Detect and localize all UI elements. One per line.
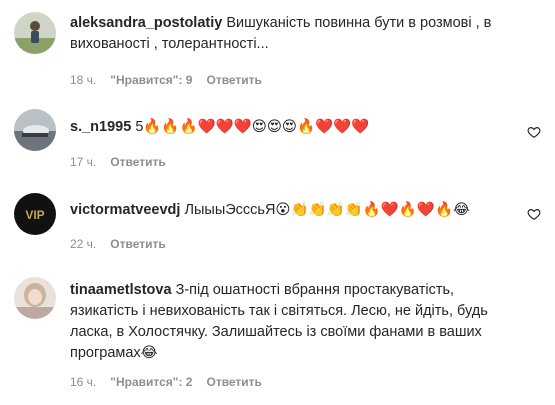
- like-heart-icon[interactable]: [527, 125, 541, 139]
- comment-username[interactable]: s._n1995: [70, 119, 131, 135]
- comment-time[interactable]: 18 ч.: [70, 73, 96, 87]
- comment-likes-count[interactable]: "Нравится": 9: [110, 73, 192, 87]
- like-heart-icon[interactable]: [527, 207, 541, 221]
- reply-button[interactable]: Ответить: [110, 237, 165, 251]
- reply-button[interactable]: Ответить: [206, 375, 261, 389]
- avatar[interactable]: [14, 109, 56, 151]
- comment-username[interactable]: tinaametlstova: [70, 282, 172, 298]
- avatar[interactable]: [14, 12, 56, 54]
- comment-likes-count[interactable]: "Нравится": 2: [110, 375, 192, 389]
- comment-time[interactable]: 22 ч.: [70, 237, 96, 251]
- reply-button[interactable]: Ответить: [110, 155, 165, 169]
- avatar[interactable]: [14, 277, 56, 319]
- comment-text: ЛыыыЭсссьЯ😮👏👏👏👏🔥❤️🔥❤️🔥😂: [184, 202, 470, 218]
- comment-time[interactable]: 17 ч.: [70, 155, 96, 169]
- comment-username[interactable]: victormatveevdj: [70, 202, 180, 218]
- avatar[interactable]: VIP: [14, 193, 56, 235]
- reply-button[interactable]: Ответить: [206, 73, 261, 87]
- comment-text: 5🔥🔥🔥❤️❤️❤️😍😍😍🔥❤️❤️❤️: [135, 119, 370, 135]
- avatar-vip-text: VIP: [25, 208, 44, 222]
- comment-username[interactable]: aleksandra_postolatiy: [70, 15, 222, 31]
- comment-time[interactable]: 16 ч.: [70, 375, 96, 389]
